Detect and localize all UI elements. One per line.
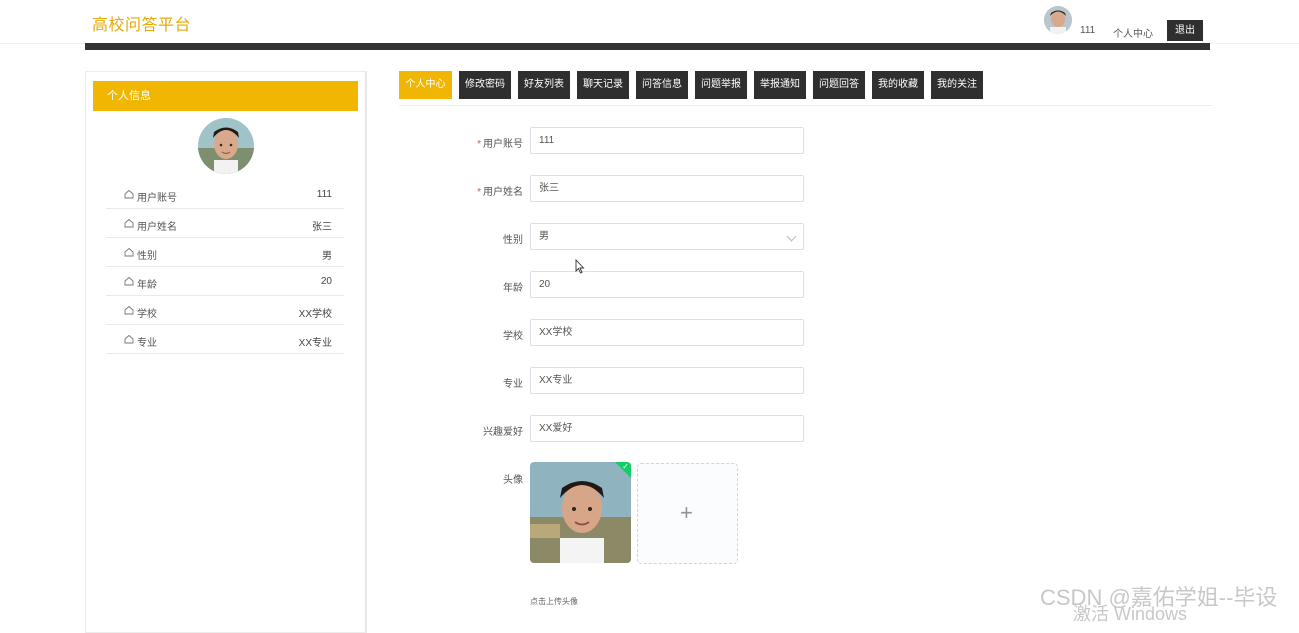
check-icon: ✓	[622, 462, 629, 471]
logout-button[interactable]: 退出	[1167, 20, 1203, 41]
name-label: * 用户姓名	[477, 187, 523, 198]
required-mark: *	[477, 187, 481, 198]
info-row-name: 用户姓名 张三	[106, 209, 344, 238]
home-icon	[124, 334, 134, 344]
info-label: 专业	[137, 338, 157, 349]
major-label: 专业	[503, 379, 523, 390]
profile-sidebar: 个人信息 用户账号 111 用户姓名 张三 性别 男 年龄 20 学校 XX学校…	[85, 71, 367, 633]
tab-my-favorites[interactable]: 我的收藏	[872, 71, 924, 99]
tab-change-password[interactable]: 修改密码	[459, 71, 511, 99]
hobby-field[interactable]: XX爱好	[530, 415, 804, 442]
major-field[interactable]: XX专业	[530, 367, 804, 394]
info-label: 学校	[137, 309, 157, 320]
info-label: 用户账号	[137, 193, 177, 204]
hobby-label: 兴趣爱好	[483, 427, 523, 438]
tabs-divider	[399, 105, 1213, 106]
info-row-school: 学校 XX学校	[106, 296, 344, 325]
tab-report-notice[interactable]: 举报通知	[754, 71, 806, 99]
account-field[interactable]: 111	[530, 127, 804, 154]
tab-personal-center[interactable]: 个人中心	[399, 71, 452, 99]
tab-my-follows[interactable]: 我的关注	[931, 71, 983, 99]
home-icon	[124, 247, 134, 257]
top-header: 高校问答平台 111 个人中心 退出	[0, 0, 1299, 44]
home-icon	[124, 218, 134, 228]
tab-question-report[interactable]: 问题举报	[695, 71, 747, 99]
sidebar-title: 个人信息	[93, 81, 358, 111]
site-brand[interactable]: 高校问答平台	[92, 11, 191, 35]
plus-icon: +	[680, 500, 693, 525]
info-value: 20	[320, 276, 332, 287]
windows-activation-text: 激活 Windows	[1073, 604, 1188, 624]
info-label: 年龄	[137, 280, 157, 291]
info-label: 性别	[137, 251, 157, 262]
info-row-account: 用户账号 111	[106, 180, 344, 209]
personal-center-link[interactable]: 个人中心	[1113, 25, 1153, 40]
avatar-label: 头像	[503, 475, 523, 486]
gender-label: 性别	[503, 235, 523, 246]
info-row-major: 专业 XX专业	[106, 325, 344, 354]
age-label: 年龄	[503, 283, 523, 294]
info-row-age: 年龄 20	[106, 267, 344, 296]
tab-friend-list[interactable]: 好友列表	[518, 71, 570, 99]
info-value: 男	[322, 251, 332, 262]
info-label: 用户姓名	[137, 222, 177, 233]
upload-hint: 点击上传头像	[530, 597, 578, 606]
info-row-gender: 性别 男	[106, 238, 344, 267]
gender-select-value: 男	[539, 231, 549, 242]
name-field[interactable]: 张三	[530, 175, 804, 202]
info-value: XX专业	[298, 338, 332, 349]
tab-qa-info[interactable]: 问答信息	[636, 71, 688, 99]
home-icon	[124, 305, 134, 315]
avatar-upload-button[interactable]: +	[637, 463, 738, 564]
tab-question-answer[interactable]: 问题回答	[813, 71, 865, 99]
sidebar-avatar	[198, 118, 254, 174]
school-field[interactable]: XX学校	[530, 319, 804, 346]
profile-info-list: 用户账号 111 用户姓名 张三 性别 男 年龄 20 学校 XX学校 专业 X…	[106, 180, 344, 354]
home-icon	[124, 276, 134, 286]
info-value: 张三	[312, 222, 332, 233]
info-value: 111	[316, 189, 332, 200]
gender-select[interactable]: 男	[530, 223, 804, 250]
header-username: 111	[1080, 25, 1096, 36]
info-value: XX学校	[298, 309, 332, 320]
age-field[interactable]: 20	[530, 271, 804, 298]
top-divider-bar	[85, 43, 1210, 50]
required-mark: *	[477, 139, 481, 150]
chevron-down-icon	[786, 231, 797, 242]
school-label: 学校	[503, 331, 523, 342]
tab-chat-history[interactable]: 聊天记录	[577, 71, 629, 99]
home-icon	[124, 189, 134, 199]
header-avatar[interactable]	[1044, 6, 1072, 34]
mouse-cursor-icon	[575, 259, 585, 274]
account-label: * 用户账号	[477, 139, 523, 150]
uploaded-avatar-image[interactable]: ✓	[530, 462, 631, 563]
